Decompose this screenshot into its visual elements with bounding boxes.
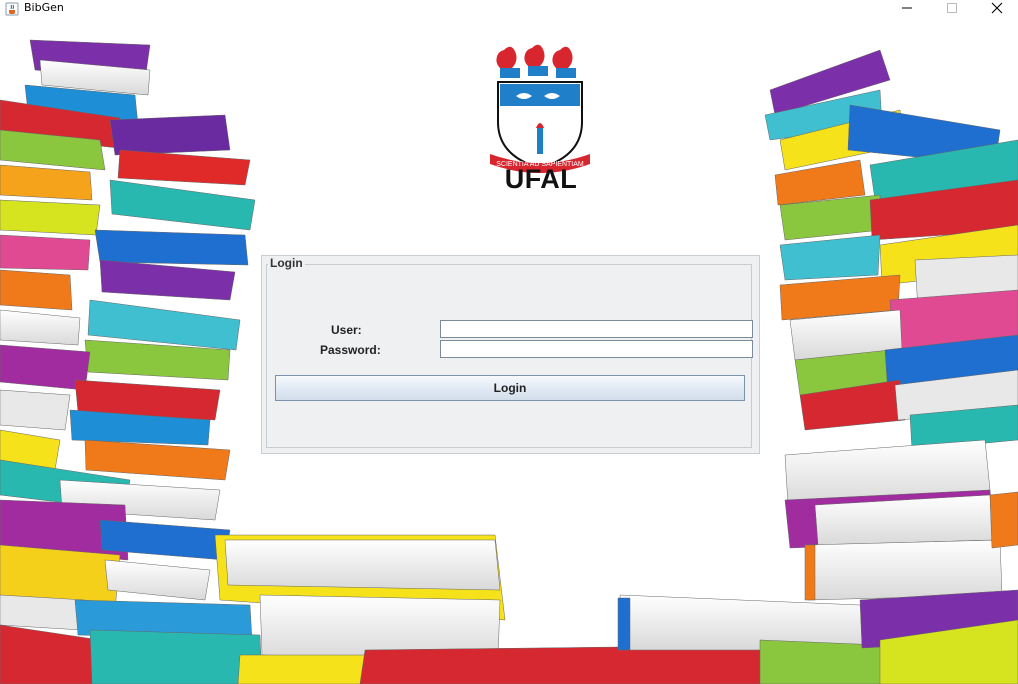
- logo-wordmark: UFAL: [504, 164, 578, 194]
- minimize-button[interactable]: [887, 0, 927, 16]
- minimize-icon: [902, 7, 912, 9]
- maximize-icon: [947, 3, 957, 13]
- user-input[interactable]: [440, 320, 753, 338]
- login-button[interactable]: Login: [275, 375, 745, 401]
- java-cup-icon: [5, 1, 19, 16]
- title-bar: BibGen: [0, 0, 1018, 16]
- close-button[interactable]: [977, 0, 1017, 16]
- login-legend: Login: [268, 256, 305, 270]
- password-input[interactable]: [440, 340, 753, 358]
- close-icon: [991, 2, 1003, 14]
- maximize-button[interactable]: [932, 0, 972, 16]
- window-title: BibGen: [24, 1, 64, 14]
- user-label: User:: [331, 323, 362, 337]
- password-label: Password:: [320, 343, 381, 357]
